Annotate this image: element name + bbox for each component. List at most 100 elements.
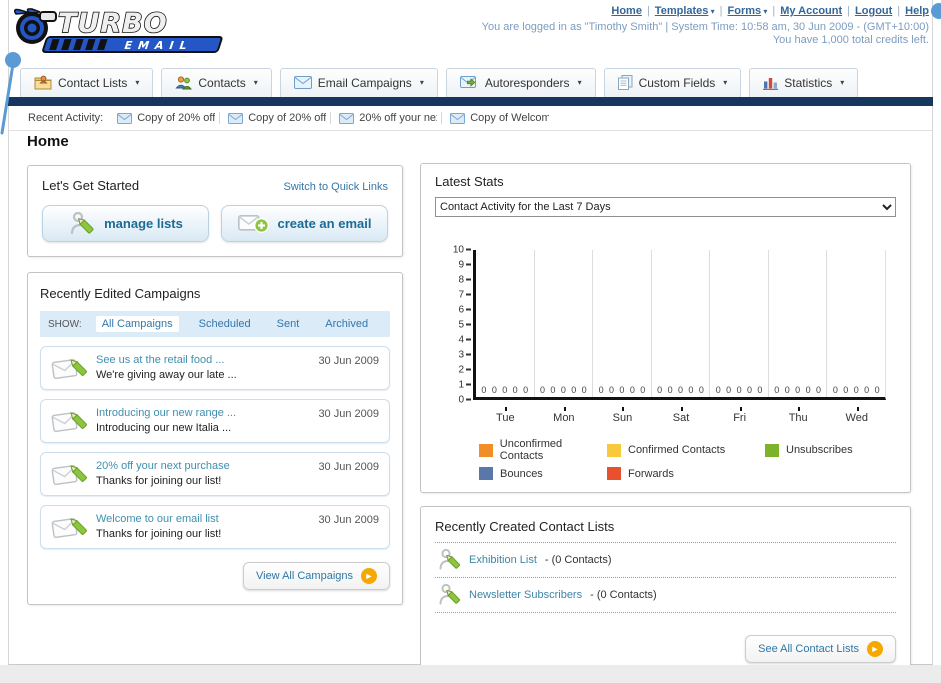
data-value-label: 0 bbox=[843, 385, 849, 395]
value-labels: 00000 bbox=[710, 385, 768, 395]
contact-list-rows: Exhibition List - (0 Contacts) Newsletter … bbox=[435, 543, 896, 613]
campaign-date: 30 Jun 2009 bbox=[318, 355, 379, 367]
y-tick-label: 9 bbox=[449, 260, 471, 271]
logo-title: TURBO bbox=[58, 8, 168, 39]
recent-activity-item[interactable]: Copy of 20% off yo bbox=[117, 112, 221, 124]
recent-activity-item-label: Copy of Welcome to bbox=[470, 112, 550, 124]
y-tick-label: 8 bbox=[449, 275, 471, 286]
footer-bar bbox=[0, 665, 941, 683]
chevron-down-icon: ▾ bbox=[840, 78, 845, 87]
header-link-home[interactable]: Home bbox=[611, 5, 642, 17]
latest-stats-panel: Latest Stats Contact Activity for the La… bbox=[420, 163, 911, 493]
x-tick-label: Mon bbox=[535, 407, 594, 424]
legend-swatch bbox=[607, 467, 621, 480]
campaign-card[interactable]: Introducing our new range ... Introducing… bbox=[40, 399, 390, 443]
tab-label: Email Campaigns bbox=[317, 75, 412, 90]
tab-autoresponders[interactable]: Autoresponders ▾ bbox=[445, 68, 596, 97]
campaign-text: Introducing our new range ... Introducing… bbox=[96, 406, 309, 436]
value-labels: 00000 bbox=[769, 385, 827, 395]
get-started-buttons: manage lists create an email bbox=[42, 205, 388, 242]
recent-activity-item[interactable]: Copy of Welcome to bbox=[450, 112, 553, 124]
campaign-subtitle: We're giving away our late ... bbox=[96, 369, 237, 381]
data-value-label: 0 bbox=[502, 385, 508, 395]
campaign-card[interactable]: Welcome to our email list Thanks for join… bbox=[40, 505, 390, 549]
chevron-down-icon: ▾ bbox=[419, 78, 424, 87]
manage-lists-button[interactable]: manage lists bbox=[42, 205, 209, 242]
legend-item-bounces: Bounces bbox=[479, 467, 607, 480]
navy-divider-bar bbox=[8, 97, 933, 106]
y-tick-label: 6 bbox=[449, 305, 471, 316]
contact-list-name-link[interactable]: Exhibition List bbox=[469, 554, 537, 566]
header-link-help[interactable]: Help bbox=[905, 5, 929, 17]
chart-plot-area: 00000000000000000000000000000000000 bbox=[473, 250, 886, 400]
tab-contact-lists[interactable]: Contact Lists ▾ bbox=[20, 68, 154, 97]
campaign-title-link[interactable]: See us at the retail food ... bbox=[96, 353, 309, 368]
recent-activity-item[interactable]: 20% off your next bbox=[339, 112, 443, 124]
tab-contacts[interactable]: Contacts ▾ bbox=[161, 68, 272, 97]
link-separator: | bbox=[772, 5, 776, 17]
envelope-icon bbox=[117, 112, 133, 124]
x-tick-label: Sun bbox=[593, 407, 652, 424]
contact-list-row[interactable]: Newsletter Subscribers - (0 Contacts) bbox=[435, 578, 896, 613]
contact-list-row[interactable]: Exhibition List - (0 Contacts) bbox=[435, 543, 896, 578]
recent-activity-item[interactable]: Copy of 20% off yo bbox=[228, 112, 332, 124]
y-tick-label: 4 bbox=[449, 335, 471, 346]
value-labels: 00000 bbox=[827, 385, 885, 395]
contact-list-name-link[interactable]: Newsletter Subscribers bbox=[469, 589, 582, 601]
legend-label: Forwards bbox=[628, 467, 674, 480]
chart-day-group: 00000 bbox=[769, 250, 828, 397]
campaigns-title: Recently Edited Campaigns bbox=[40, 286, 201, 301]
create-an-email-button[interactable]: create an email bbox=[221, 205, 388, 242]
y-tick-label: 2 bbox=[449, 365, 471, 376]
campaign-title-link[interactable]: 20% off your next purchase bbox=[96, 459, 309, 474]
campaign-title-link[interactable]: Welcome to our email list bbox=[96, 512, 309, 527]
data-value-label: 0 bbox=[874, 385, 880, 395]
x-tick-label: Wed bbox=[827, 407, 886, 424]
see-all-contact-lists-button[interactable]: See All Contact Lists ► bbox=[745, 635, 896, 663]
campaign-title-link[interactable]: Introducing our new range ... bbox=[96, 406, 309, 421]
campaign-card[interactable]: See us at the retail food ... We're givin… bbox=[40, 346, 390, 390]
pages-icon bbox=[617, 75, 633, 90]
login-info: You are logged in as "Timothy Smith" | S… bbox=[482, 21, 929, 47]
filter-tab-all-campaigns[interactable]: All Campaigns bbox=[95, 316, 179, 332]
chart-day-group: 00000 bbox=[652, 250, 711, 397]
left-column: Let's Get Started Switch to Quick Links … bbox=[27, 165, 403, 605]
switch-quick-links-link[interactable]: Switch to Quick Links bbox=[283, 181, 388, 193]
legend-label: Unconfirmed Contacts bbox=[499, 438, 563, 462]
envelope-pencil-icon bbox=[51, 513, 87, 541]
header-link-forms[interactable]: Forms bbox=[728, 5, 762, 17]
campaign-card[interactable]: 20% off your next purchase Thanks for joi… bbox=[40, 452, 390, 496]
recent-activity-bar: Recent Activity: Copy of 20% off yo Copy … bbox=[9, 106, 932, 131]
tab-statistics[interactable]: Statistics ▾ bbox=[749, 68, 859, 97]
view-all-campaigns-button[interactable]: View All Campaigns ► bbox=[242, 562, 390, 590]
filter-tab-archived[interactable]: Archived bbox=[319, 316, 374, 332]
filter-tab-sent[interactable]: Sent bbox=[271, 316, 306, 332]
chart-day-group: 00000 bbox=[710, 250, 769, 397]
data-value-label: 0 bbox=[715, 385, 721, 395]
logo-subtitle: EMAIL bbox=[122, 39, 194, 52]
recent-activity-label: Recent Activity: bbox=[28, 112, 104, 124]
tab-label: Contacts bbox=[198, 75, 246, 90]
data-value-label: 0 bbox=[746, 385, 752, 395]
filter-tab-scheduled[interactable]: Scheduled bbox=[193, 316, 257, 332]
envelope-plus-icon bbox=[237, 212, 269, 235]
tab-custom-fields[interactable]: Custom Fields ▾ bbox=[603, 68, 742, 97]
tab-label: Autoresponders bbox=[484, 75, 570, 90]
data-value-label: 0 bbox=[629, 385, 635, 395]
legend-label: Confirmed Contacts bbox=[628, 444, 726, 456]
header-link-logout[interactable]: Logout bbox=[855, 5, 892, 17]
data-value-label: 0 bbox=[491, 385, 497, 395]
recent-activity-item-label: 20% off your next bbox=[359, 112, 438, 124]
latest-stats-title: Latest Stats bbox=[435, 174, 504, 189]
chart-y-axis: 0 1 2 3 4 5 6 7 8 9 10 bbox=[449, 243, 473, 407]
tab-email-campaigns[interactable]: Email Campaigns ▾ bbox=[279, 68, 438, 97]
folder-contact-icon bbox=[34, 75, 52, 90]
stats-report-select[interactable]: Contact Activity for the Last 7 Days bbox=[435, 197, 896, 217]
chevron-down-icon: ▾ bbox=[708, 7, 715, 16]
data-value-label: 0 bbox=[853, 385, 859, 395]
legend-swatch bbox=[479, 443, 493, 457]
data-value-label: 0 bbox=[757, 385, 763, 395]
header-link-templates[interactable]: Templates bbox=[655, 5, 709, 17]
header-link-my-account[interactable]: My Account bbox=[780, 5, 842, 17]
data-value-label: 0 bbox=[523, 385, 529, 395]
